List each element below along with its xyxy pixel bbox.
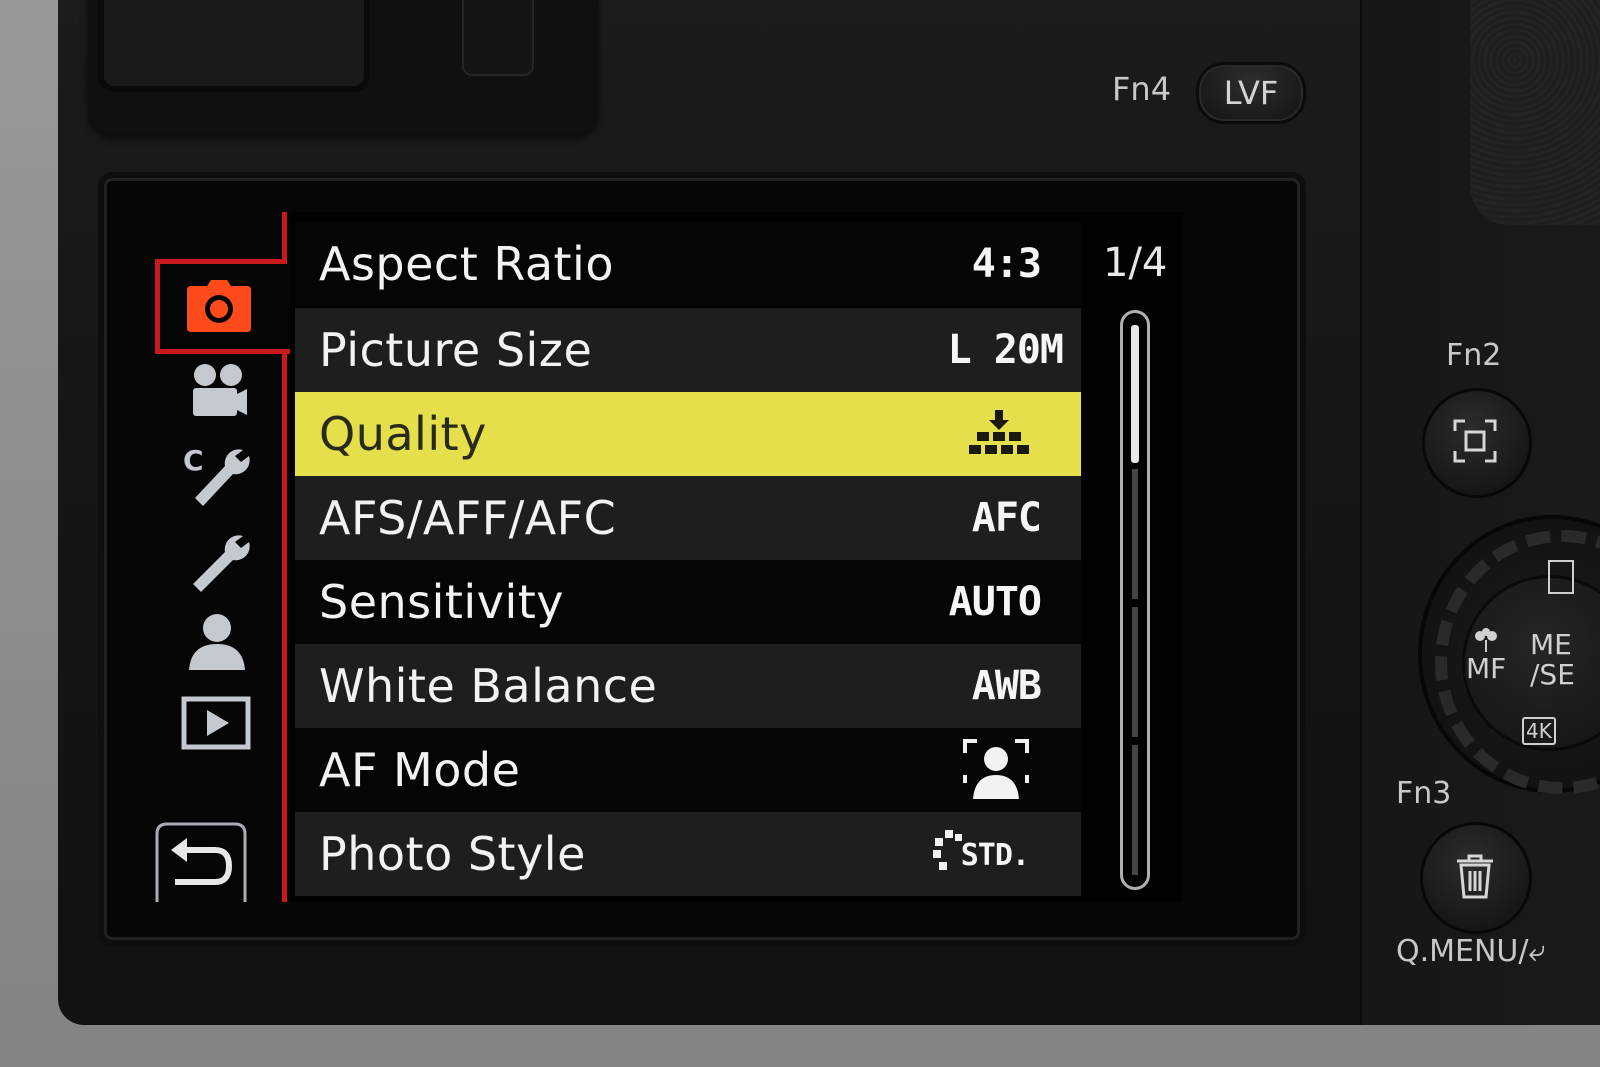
- menu-item-label: Quality: [319, 407, 487, 461]
- playback-icon[interactable]: [181, 696, 251, 750]
- fn3-delete-button[interactable]: [1420, 822, 1532, 934]
- flower-icon: [1475, 628, 1498, 652]
- scroll-track-segment: [1132, 745, 1138, 875]
- menu-item-value: STD.: [960, 838, 1030, 873]
- person-icon[interactable]: [187, 612, 247, 672]
- macro-mf-label[interactable]: MF: [1466, 628, 1506, 684]
- fn2-button[interactable]: [1422, 388, 1532, 498]
- scrollbar[interactable]: [1120, 310, 1150, 890]
- lcd-screen: C Aspect Ratio 4:3 Picture Size L 20M Qu…: [145, 212, 1183, 902]
- menu-item-label: Photo Style: [319, 827, 586, 881]
- active-tab-border-bottom: [155, 349, 290, 354]
- menu-item-label: Sensitivity: [319, 575, 564, 629]
- fn3-label: Fn3: [1396, 776, 1452, 811]
- menu-item-label: Picture Size: [319, 323, 593, 377]
- scroll-track-segment: [1132, 607, 1138, 737]
- photo-style-icon: [933, 830, 962, 870]
- back-icon[interactable]: [153, 820, 249, 902]
- trash-icon: [1457, 854, 1493, 899]
- active-tab-border-top: [155, 259, 285, 264]
- focus-frame-icon: [1453, 419, 1497, 463]
- menu-item-picture-size[interactable]: Picture Size L 20M: [295, 308, 1081, 392]
- menu-item-label: AF Mode: [319, 743, 521, 797]
- eye-sensor: [462, 0, 534, 76]
- svg-text:C: C: [183, 444, 204, 477]
- 4k-photo-label[interactable]: 4K: [1522, 717, 1556, 745]
- viewfinder-eyepiece: [98, 0, 370, 92]
- menu-item-sensitivity[interactable]: Sensitivity AUTO: [295, 560, 1081, 644]
- menu-item-afs-aff-afc[interactable]: AFS/AFF/AFC AFC: [295, 476, 1081, 560]
- exposure-comp-icon[interactable]: [1548, 560, 1574, 594]
- fn4-label: Fn4: [1112, 70, 1172, 108]
- menu-item-value: L 20M: [947, 327, 1064, 373]
- menu-item-white-balance[interactable]: White Balance AWB: [295, 644, 1081, 728]
- wrench-icon[interactable]: [185, 530, 251, 594]
- mf-label: MF: [1466, 652, 1507, 685]
- tab-bar-divider: [282, 349, 287, 902]
- menu-item-photo-style[interactable]: Photo Style STD.: [295, 812, 1081, 896]
- menu-item-label: White Balance: [319, 659, 658, 713]
- scroll-thumb[interactable]: [1131, 325, 1139, 463]
- menu-item-value: AUTO: [948, 579, 1042, 625]
- camera-photo: Fn4 LVF Fn2 MF ME /SE 4K Fn3 Q.MENU/⤶ C …: [0, 0, 1600, 1067]
- face-detect-icon: [963, 739, 1029, 799]
- menu-set-button[interactable]: ME /SE: [1530, 630, 1575, 690]
- qmenu-label: Q.MENU/⤶: [1396, 934, 1546, 969]
- menu-item-quality[interactable]: Quality: [295, 392, 1081, 476]
- lvf-button[interactable]: LVF: [1196, 62, 1306, 124]
- menu-item-value: AWB: [971, 663, 1042, 709]
- menu-tab-bar: C: [145, 212, 290, 902]
- video-icon[interactable]: [185, 362, 251, 420]
- menu-item-af-mode[interactable]: AF Mode: [295, 728, 1081, 812]
- menu-item-value: AFC: [971, 495, 1042, 541]
- quality-fine-icon: [969, 410, 1029, 454]
- custom-wrench-icon[interactable]: C: [181, 442, 253, 508]
- menu-item-aspect-ratio[interactable]: Aspect Ratio 4:3: [295, 222, 1081, 306]
- page-indicator: 1/4: [1103, 240, 1168, 286]
- active-tab-border-riser: [282, 212, 287, 264]
- leather-texture: [1470, 0, 1600, 225]
- camera-icon[interactable]: [185, 280, 253, 334]
- menu-item-label: Aspect Ratio: [319, 237, 614, 291]
- scroll-track-segment: [1132, 469, 1138, 599]
- fn2-label: Fn2: [1446, 338, 1502, 373]
- menu-item-label: AFS/AFF/AFC: [319, 491, 617, 545]
- menu-item-value: 4:3: [971, 241, 1042, 287]
- active-tab-border-left: [155, 259, 160, 354]
